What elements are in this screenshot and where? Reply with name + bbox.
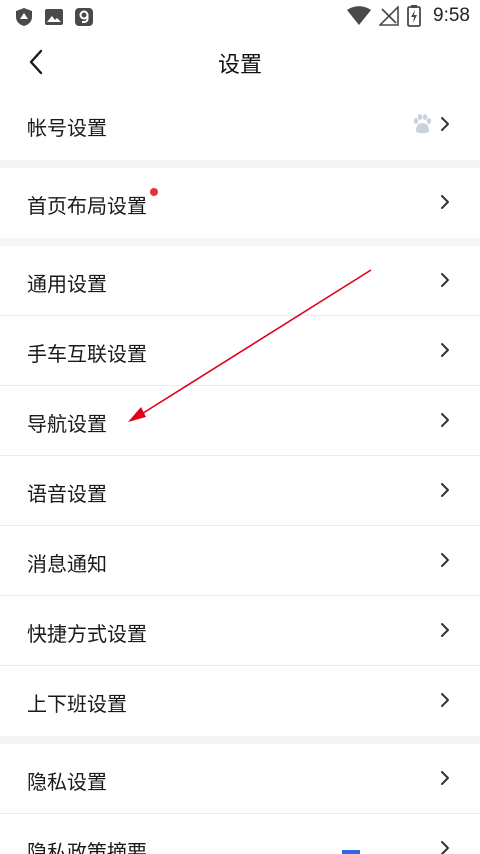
chevron-right-icon (441, 771, 449, 785)
chevron-left-icon (29, 49, 43, 75)
app-header: 设置 (0, 34, 480, 90)
chevron-right-icon (441, 553, 449, 567)
page-title: 设置 (217, 53, 262, 78)
settings-item-voice[interactable]: 语音设置 (0, 456, 480, 526)
settings-item-privacy[interactable]: 隐私设置 (0, 744, 480, 814)
settings-item-home-layout[interactable]: 首页布局设置 (0, 168, 480, 238)
chevron-right-icon (441, 623, 449, 637)
section-divider (0, 736, 480, 744)
chevron-right-icon (441, 413, 449, 427)
bottom-edge-indicator (342, 850, 360, 854)
no-signal-icon (379, 6, 399, 26)
settings-item-label: 手车互联设置 (27, 342, 147, 366)
settings-item-notifications[interactable]: 消息通知 (0, 526, 480, 596)
chevron-right-icon (441, 195, 449, 209)
settings-item-label: 帐号设置 (27, 116, 107, 140)
chevron-right-icon (441, 117, 449, 131)
settings-item-label: 导航设置 (27, 412, 107, 436)
section-divider (0, 160, 480, 168)
status-bar: 9:58 (0, 0, 480, 34)
settings-item-label: 隐私政策摘要 (27, 840, 147, 854)
chevron-right-icon (441, 693, 449, 707)
settings-list: 帐号设置 首页布局设置 通用设置 手车互联设置 导航设置 语音设置 消息通知 快… (0, 90, 480, 854)
clock: 9:58 (433, 5, 470, 26)
settings-item-account[interactable]: 帐号设置 (0, 90, 480, 160)
battery-charging-icon (407, 5, 421, 27)
settings-item-commute[interactable]: 上下班设置 (0, 666, 480, 736)
settings-item-label: 首页布局设置 (27, 188, 158, 219)
settings-item-navigation[interactable]: 导航设置 (0, 386, 480, 456)
chevron-right-icon (441, 483, 449, 497)
settings-item-label: 隐私设置 (27, 770, 107, 794)
chevron-right-icon (441, 343, 449, 357)
settings-item-phone-car[interactable]: 手车互联设置 (0, 316, 480, 386)
settings-item-general[interactable]: 通用设置 (0, 246, 480, 316)
chevron-right-icon (441, 273, 449, 287)
section-divider (0, 238, 480, 246)
back-button[interactable] (18, 44, 54, 80)
settings-item-label: 上下班设置 (27, 692, 127, 716)
baidu-paw-icon (413, 114, 432, 134)
app-9-icon (75, 8, 93, 26)
settings-item-privacy-policy[interactable]: 隐私政策摘要 (0, 814, 480, 854)
settings-item-label: 消息通知 (27, 552, 107, 576)
wifi-icon (347, 6, 372, 25)
settings-item-label: 快捷方式设置 (27, 622, 147, 646)
new-badge-dot (150, 188, 158, 196)
settings-item-label: 通用设置 (27, 272, 107, 296)
settings-item-shortcuts[interactable]: 快捷方式设置 (0, 596, 480, 666)
shield-icon (16, 8, 32, 26)
settings-item-label: 语音设置 (27, 482, 107, 506)
image-icon (45, 9, 63, 25)
chevron-right-icon (441, 841, 449, 854)
home-layout-label-text: 首页布局设置 (27, 194, 147, 218)
